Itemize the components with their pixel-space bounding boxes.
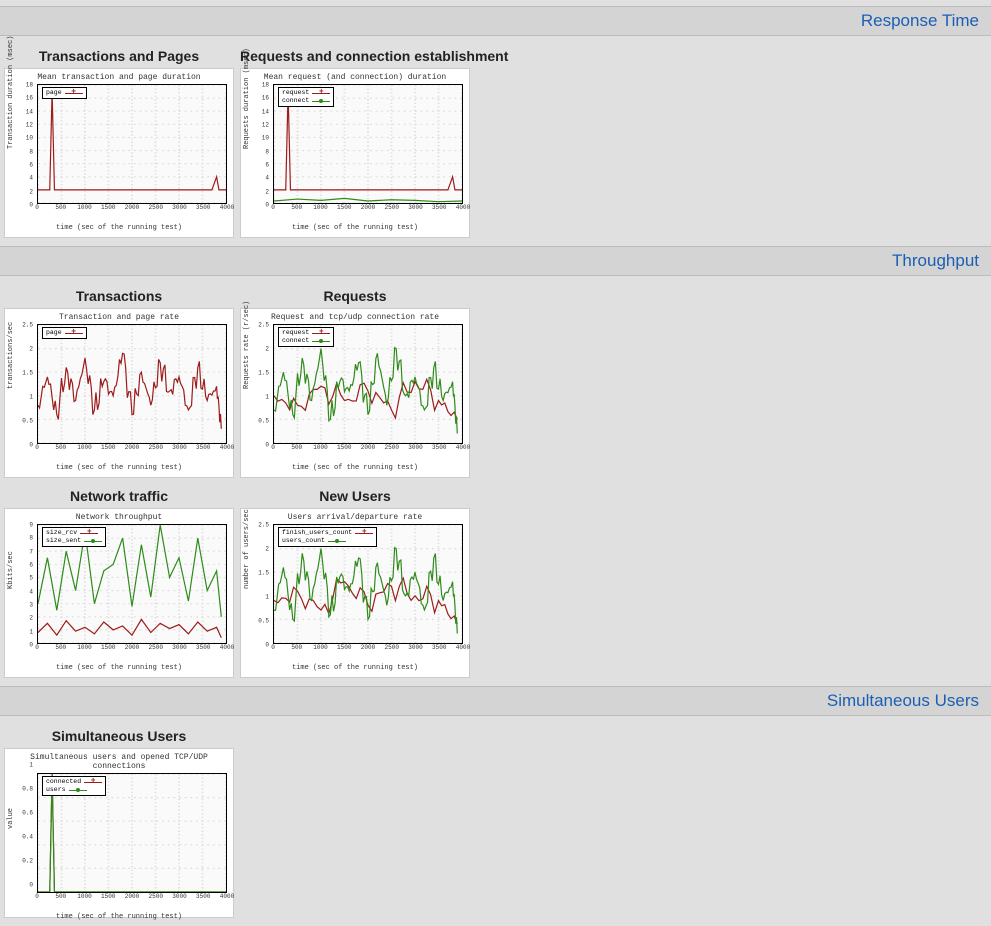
y-axis-label: Requests duration (msec): [243, 48, 251, 149]
legend: page: [42, 327, 87, 339]
chart-title: Requests and connection establishment: [240, 48, 508, 64]
plot-area: requestconnect: [273, 324, 463, 444]
chart-subtitle: Users arrival/departure rate: [243, 513, 467, 522]
y-ticks: 024681012141618: [255, 85, 269, 205]
chart-subtitle: Mean transaction and page duration: [7, 73, 231, 82]
chart-subtitle: Network throughput: [7, 513, 231, 522]
x-axis-label: time (sec of the running test): [243, 464, 467, 472]
x-ticks: 05001000150020002500300035004000: [37, 444, 227, 454]
y-ticks: 00.20.40.60.81: [19, 765, 33, 885]
chart-title: Requests: [240, 288, 470, 304]
chart-req-conn: Requests and connection establishment Mea…: [240, 46, 508, 238]
x-axis-label: time (sec of the running test): [7, 224, 231, 232]
chart-subtitle: Simultaneous users and opened TCP/UDP co…: [7, 753, 231, 771]
y-axis-label: Kbits/sec: [7, 551, 15, 589]
throughput-row-1: Transactions Transaction and page rate 00.…: [0, 286, 991, 478]
plot-area: size_rcvsize_sent: [37, 524, 227, 644]
section-header-response-time: Response Time: [0, 6, 991, 36]
legend: finish_users_countusers_count: [278, 527, 377, 547]
chart-title: Network traffic: [4, 488, 234, 504]
x-axis-label: time (sec of the running test): [7, 664, 231, 672]
chart-box: Simultaneous users and opened TCP/UDP co…: [4, 748, 234, 918]
chart-box: Mean transaction and page duration 024681…: [4, 68, 234, 238]
y-axis-label: Requests rate (r/sec): [243, 301, 251, 389]
chart-box: Users arrival/departure rate 00.511.522.5…: [240, 508, 470, 678]
x-axis-label: time (sec of the running test): [7, 913, 231, 921]
x-ticks: 05001000150020002500300035004000: [37, 204, 227, 214]
legend: connectedusers: [42, 776, 106, 796]
x-ticks: 05001000150020002500300035004000: [273, 444, 463, 454]
y-ticks: 0123456789: [19, 525, 33, 645]
y-axis-label: number of users/sec: [243, 509, 251, 589]
y-ticks: 00.511.522.5: [255, 525, 269, 645]
plot-area: page: [37, 324, 227, 444]
chart-title: Transactions and Pages: [4, 48, 234, 64]
chart-req-rate: Requests Request and tcp/udp connection r…: [240, 286, 470, 478]
response-time-row: Transactions and Pages Mean transaction a…: [0, 46, 991, 238]
chart-box: Request and tcp/udp connection rate 00.51…: [240, 308, 470, 478]
x-ticks: 05001000150020002500300035004000: [37, 893, 227, 903]
chart-box: Transaction and page rate 00.511.522.5 tra…: [4, 308, 234, 478]
chart-title: Simultaneous Users: [4, 728, 234, 744]
x-axis-label: time (sec of the running test): [243, 664, 467, 672]
legend: size_rcvsize_sent: [42, 527, 106, 547]
legend: requestconnect: [278, 87, 334, 107]
throughput-row-2: Network traffic Network throughput 0123456…: [0, 486, 991, 678]
y-axis-label: Transaction duration (msec): [7, 36, 15, 149]
chart-subtitle: Mean request (and connection) duration: [243, 73, 467, 82]
chart-subtitle: Request and tcp/udp connection rate: [243, 313, 467, 322]
y-axis-label: transactions/sec: [7, 322, 15, 389]
x-axis-label: time (sec of the running test): [243, 224, 467, 232]
simultaneous-row: Simultaneous Users Simultaneous users and…: [0, 726, 991, 918]
chart-network: Network traffic Network throughput 0123456…: [4, 486, 234, 678]
plot-area: requestconnect: [273, 84, 463, 204]
y-axis-label: value: [7, 808, 15, 829]
chart-new-users: New Users Users arrival/departure rate 00.…: [240, 486, 470, 678]
chart-sim-users: Simultaneous Users Simultaneous users and…: [4, 726, 234, 918]
chart-txn-rate: Transactions Transaction and page rate 00.…: [4, 286, 234, 478]
chart-box: Mean request (and connection) duration 02…: [240, 68, 470, 238]
chart-title: Transactions: [4, 288, 234, 304]
x-axis-label: time (sec of the running test): [7, 464, 231, 472]
x-ticks: 05001000150020002500300035004000: [273, 204, 463, 214]
section-header-simultaneous: Simultaneous Users: [0, 686, 991, 716]
plot-area: finish_users_countusers_count: [273, 524, 463, 644]
section-header-throughput: Throughput: [0, 246, 991, 276]
plot-area: connectedusers: [37, 773, 227, 893]
x-ticks: 05001000150020002500300035004000: [37, 644, 227, 654]
plot-area: page: [37, 84, 227, 204]
chart-title: New Users: [240, 488, 470, 504]
chart-box: Network throughput 0123456789 Kbits/sec siz…: [4, 508, 234, 678]
y-ticks: 024681012141618: [19, 85, 33, 205]
x-ticks: 05001000150020002500300035004000: [273, 644, 463, 654]
y-ticks: 00.511.522.5: [255, 325, 269, 445]
legend: page: [42, 87, 87, 99]
y-ticks: 00.511.522.5: [19, 325, 33, 445]
chart-subtitle: Transaction and page rate: [7, 313, 231, 322]
chart-txn-pages: Transactions and Pages Mean transaction a…: [4, 46, 234, 238]
legend: requestconnect: [278, 327, 334, 347]
